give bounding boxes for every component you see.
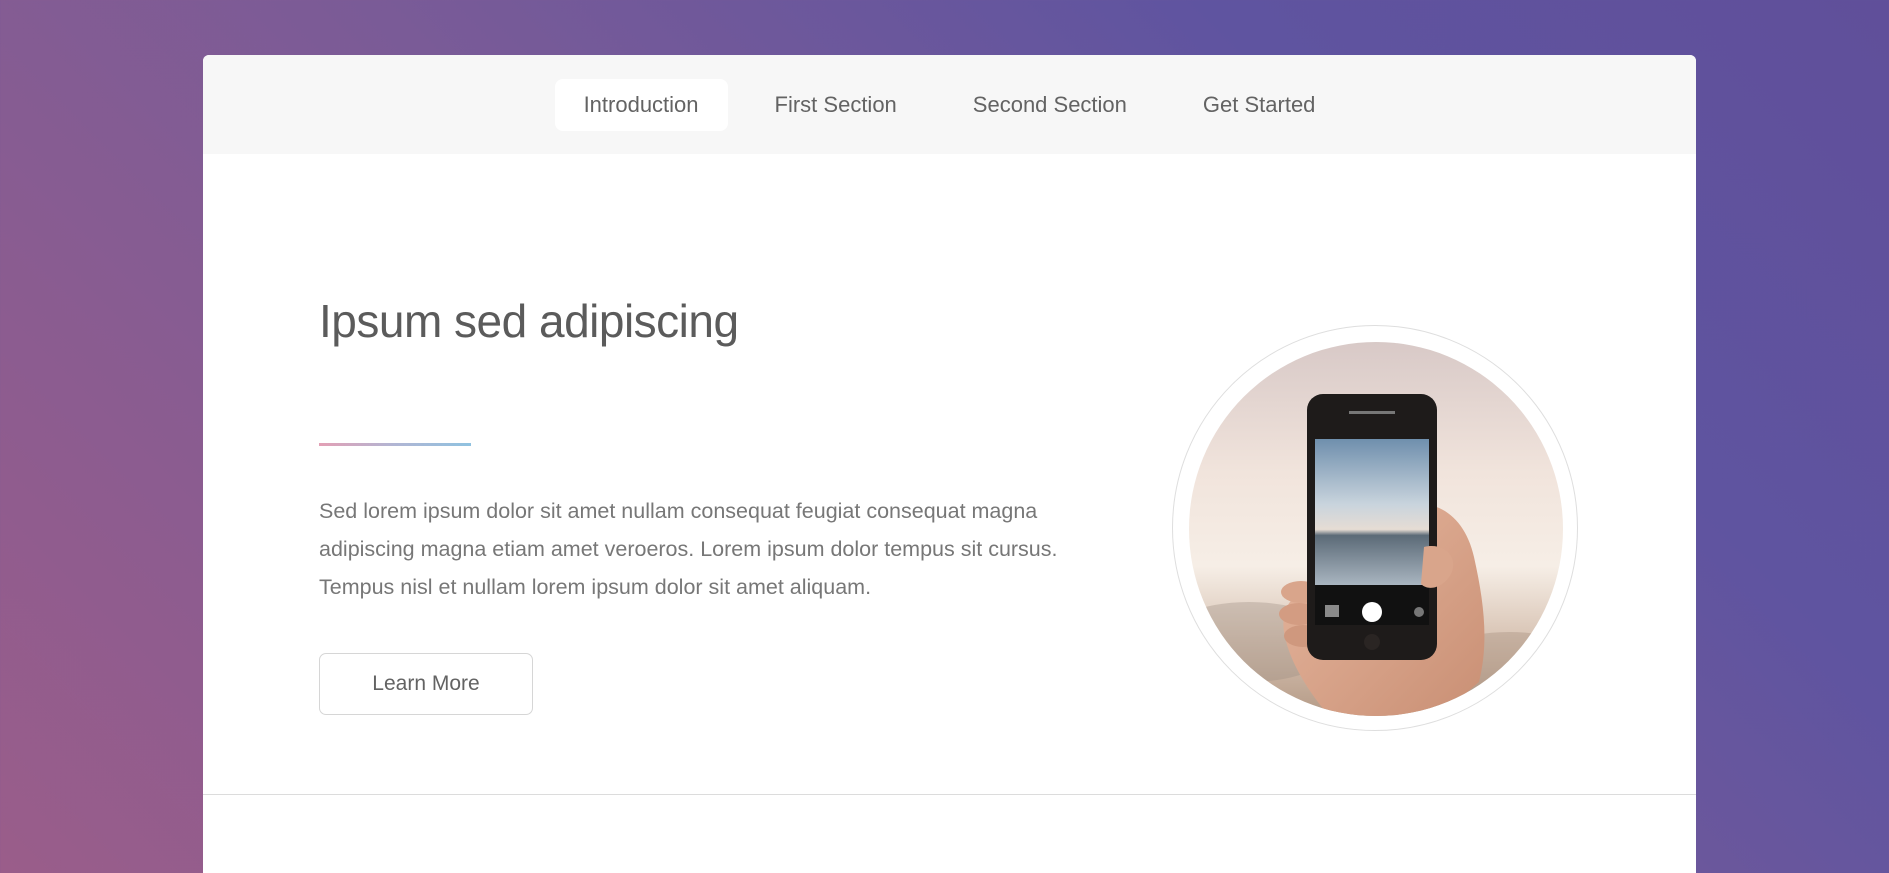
learn-more-button[interactable]: Learn More [319,653,533,715]
intro-section: Ipsum sed adipiscing Sed lorem ipsum dol… [203,154,1696,849]
section-title: Ipsum sed adipiscing [319,295,739,347]
title-accent-line [319,443,471,446]
section-separator [203,794,1696,795]
feature-image [1189,342,1563,716]
phone-photo-illustration [1189,342,1563,716]
section-body-text: Sed lorem ipsum dolor sit amet nullam co… [319,499,1058,599]
nav-item-second-section[interactable]: Second Section [944,79,1156,131]
nav-item-first-section[interactable]: First Section [746,79,926,131]
nav-item-get-started[interactable]: Get Started [1174,79,1345,131]
feature-image-frame [1172,325,1578,731]
top-nav: Introduction First Section Second Sectio… [203,55,1696,154]
nav-item-introduction[interactable]: Introduction [554,78,728,131]
page-wrapper: Introduction First Section Second Sectio… [203,55,1696,873]
